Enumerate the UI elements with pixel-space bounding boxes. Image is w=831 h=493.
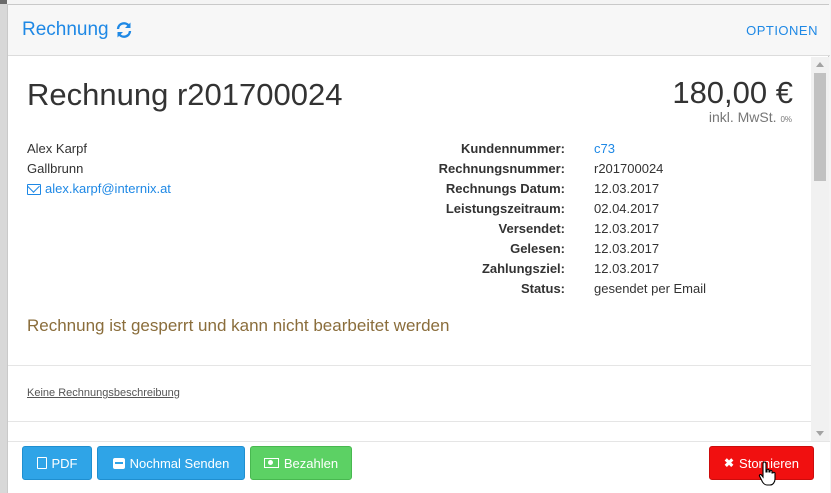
options-link[interactable]: OPTIONEN [746,23,818,38]
modal-footer: PDF Nochmal Senden Bezahlen ✖ Stornieren [8,441,830,493]
money-icon [263,458,279,468]
detail-label: Leistungszeitraum: [445,201,565,216]
invoice-title: Rechnung r201700024 [27,77,343,112]
detail-label: Zahlungsziel: [481,261,565,276]
customer-email[interactable]: alex.karpf@internix.at [45,179,171,199]
tax-note: inkl. MwSt. 0% [709,109,792,125]
detail-row: Kundennummer: c73 [408,139,794,159]
detail-value: 12.03.2017 [594,261,660,276]
invoice-details: Kundennummer: c73 Rechnungsnummer: r2017… [408,139,794,299]
tax-label: inkl. MwSt. [708,109,777,125]
detail-label: Gelesen: [510,241,565,256]
locked-message: Rechnung ist gesperrt und kann nicht bea… [27,316,450,335]
customer-city: Gallbrunn [27,161,84,176]
tax-rate: 0% [780,115,792,124]
customer-address: Alex Karpf Gallbrunn alex.karpf@internix… [27,139,171,199]
detail-value: 12.03.2017 [594,181,660,196]
detail-row: Rechnungsnummer: r201700024 [408,159,794,179]
invoice-amount: 180,00 € [672,75,793,110]
detail-label: Versendet: [498,221,565,236]
pay-button[interactable]: Bezahlen [250,446,352,480]
scroll-thumb[interactable] [814,73,826,181]
detail-row: Rechnungs Datum: 12.03.2017 [408,179,794,199]
modal-title: Rechnung [22,19,133,41]
pdf-button[interactable]: PDF [22,446,92,480]
description-link[interactable]: Keine Rechnungsbeschreibung [27,387,180,399]
scroll-up-arrow-icon[interactable] [816,62,824,67]
detail-label: Rechnungsnummer: [438,161,565,176]
refresh-icon[interactable] [115,21,133,39]
hand-cursor-icon [758,461,776,486]
resend-button-label: Nochmal Senden [129,455,230,471]
detail-row: Status: gesendet per Email [408,279,794,299]
detail-value: 12.03.2017 [594,241,660,256]
customer-email-link[interactable]: alex.karpf@internix.at [27,179,171,199]
detail-label: Kundennummer: [461,141,565,156]
modal-content: Rechnung r201700024 180,00 € inkl. MwSt.… [8,57,811,441]
detail-label: Status: [520,281,565,296]
detail-row: Leistungszeitraum: 02.04.2017 [408,199,794,219]
pay-button-label: Bezahlen [283,455,339,471]
detail-row: Versendet: 12.03.2017 [408,219,794,239]
scroll-down-arrow-icon[interactable] [816,431,824,436]
customer-name: Alex Karpf [27,141,87,156]
modal-header: Rechnung OPTIONEN [8,5,830,56]
status-value: gesendet per Email [594,281,707,296]
scrollbar[interactable] [811,57,829,441]
modal-title-label: Rechnung [22,19,109,40]
background-window-edge [0,0,7,493]
envelope-icon [27,183,41,195]
detail-row: Zahlungsziel: 12.03.2017 [408,259,794,279]
file-pdf-icon [36,457,47,469]
close-icon: ✖ [723,456,735,470]
resend-button[interactable]: Nochmal Senden [97,446,245,480]
customer-number-link[interactable]: c73 [594,139,794,159]
invoice-modal: Rechnung OPTIONEN Rechnung r201700024 18… [7,4,830,493]
detail-value: 12.03.2017 [594,221,660,236]
detail-label: Rechnungs Datum: [445,181,565,196]
divider [8,421,811,422]
detail-value: 02.04.2017 [594,201,660,216]
detail-value: r201700024 [594,161,664,176]
divider [8,365,811,366]
pdf-button-label: PDF [51,455,78,471]
detail-row: Gelesen: 12.03.2017 [408,239,794,259]
inbox-icon [112,457,125,469]
